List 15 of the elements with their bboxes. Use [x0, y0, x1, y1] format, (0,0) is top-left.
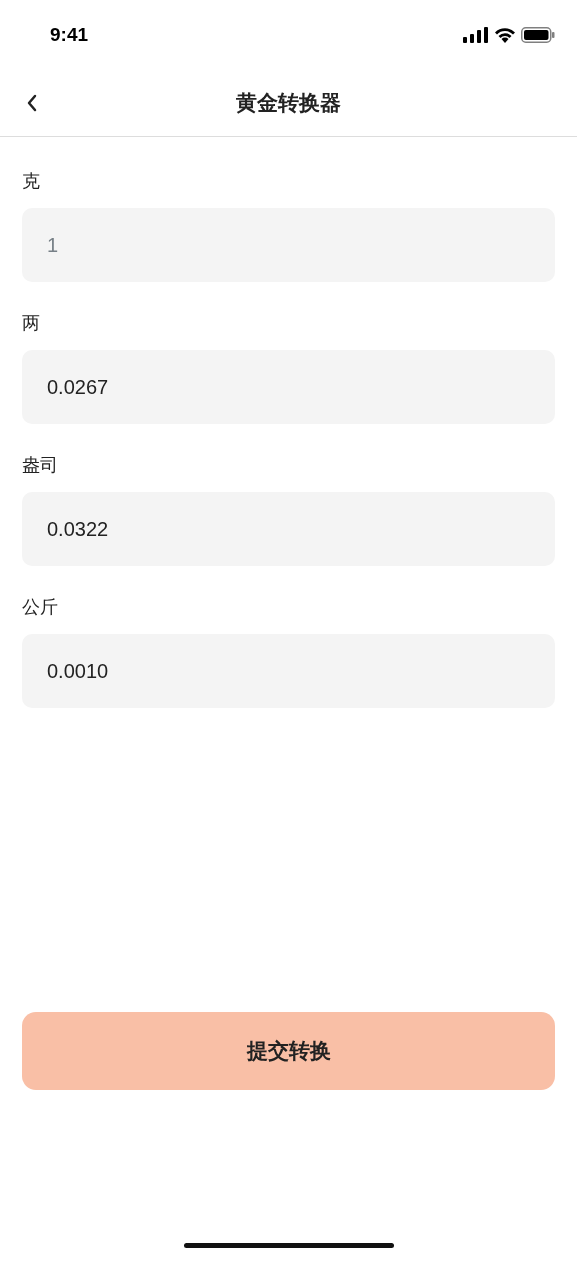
battery-icon	[521, 27, 555, 43]
field-label: 盎司	[22, 453, 59, 477]
input-field[interactable]: 1	[22, 208, 555, 282]
status-time: 9:41	[50, 24, 89, 46]
back-icon	[26, 94, 38, 112]
wifi-icon	[494, 27, 516, 43]
input-field[interactable]: 0.0322	[22, 492, 555, 566]
field-label: 两	[22, 311, 41, 335]
input-field[interactable]: 0.0267	[22, 350, 555, 424]
input-field[interactable]: 0.0010	[22, 634, 555, 708]
page-title: 黄金转换器	[236, 90, 341, 117]
field-label: 克	[22, 169, 41, 193]
submit-button[interactable]: 提交转换	[22, 1012, 555, 1090]
field-label: 公斤	[22, 595, 59, 619]
signal-icon	[463, 27, 489, 43]
